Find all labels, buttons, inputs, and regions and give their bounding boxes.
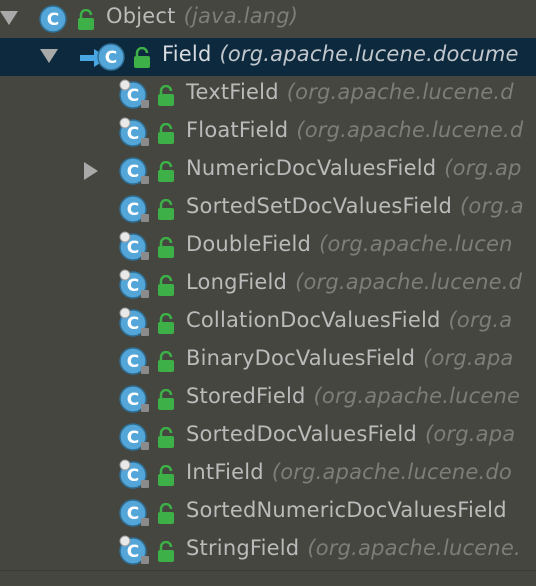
unlock-icon (158, 123, 174, 144)
class-name: IntField (186, 460, 264, 484)
svg-text:C: C (127, 352, 139, 372)
package-name: (org.apache.lucene.d (295, 270, 523, 294)
svg-text:C: C (127, 390, 139, 410)
type-hierarchy-tree: C Object (java.lang) C Field (org.apache.l… (0, 0, 536, 570)
class-name: LongField (186, 270, 288, 294)
unlock-icon (158, 427, 174, 448)
tree-row-longfield[interactable]: C LongField (org.apache.lucene.d (0, 266, 536, 304)
unlock-icon (78, 9, 94, 30)
class-name: Object (106, 4, 176, 28)
package-name: (org.apache.lucene (313, 384, 521, 408)
svg-text:C: C (127, 428, 139, 448)
package-name: (org.apa (423, 346, 514, 370)
unlock-icon (158, 389, 174, 410)
tree-row-sortednumericdocvaluesfield[interactable]: C SortedNumericDocValuesField (0, 494, 536, 532)
class-name: SortedDocValuesField (186, 422, 417, 446)
package-name: (org.apache.lucene.d (286, 80, 514, 104)
package-name: (org.a (460, 194, 524, 218)
svg-text:C: C (127, 504, 139, 524)
bottom-edge (0, 570, 536, 586)
class-name: SortedSetDocValuesField (186, 194, 453, 218)
package-name: (org.apache.lucene. (307, 536, 521, 560)
final-class-icon: C (119, 79, 149, 109)
class-name: DoubleField (186, 232, 312, 256)
package-name: (org.a (448, 308, 513, 332)
unlock-icon (158, 465, 174, 486)
class-name: StoredField (186, 384, 306, 408)
tree-row-storedfield[interactable]: C StoredField (org.apache.lucene (0, 380, 536, 418)
package-name: (org.apache.lucene.do (271, 460, 512, 484)
svg-text:C: C (47, 10, 59, 30)
svg-text:C: C (127, 200, 139, 220)
class-icon: C (119, 347, 149, 375)
unlock-icon (158, 275, 174, 296)
package-name: (org.apa (424, 422, 516, 446)
unlock-icon (158, 199, 174, 220)
tree-row-sorteddocvaluesfield[interactable]: C SortedDocValuesField (org.apa (0, 418, 536, 456)
tree-row-collationdocvaluesfield[interactable]: C CollationDocValuesField (org.a (0, 304, 536, 342)
unlock-icon (158, 541, 174, 562)
unlock-icon (158, 161, 174, 182)
class-name: SortedNumericDocValuesField (186, 498, 507, 522)
class-name: FloatField (186, 118, 289, 142)
tree-row-field[interactable]: C Field (org.apache.lucene.docume (0, 38, 536, 76)
expand-arrow-icon[interactable] (0, 11, 18, 25)
class-name: Field (162, 42, 212, 66)
class-name: CollationDocValuesField (186, 308, 441, 332)
unlock-icon (158, 85, 174, 106)
unlock-icon (158, 503, 174, 524)
package-name: (org.apache.lucen (319, 232, 513, 256)
final-class-icon: C (119, 117, 149, 147)
package-name: (org.ap (444, 156, 522, 180)
collapse-arrow-icon[interactable] (84, 162, 98, 180)
expand-arrow-icon[interactable] (40, 49, 58, 63)
tree-row-numericdocvaluesfield[interactable]: C NumericDocValuesField (org.ap (0, 152, 536, 190)
tree-row-intfield[interactable]: C IntField (org.apache.lucene.do (0, 456, 536, 494)
class-name: TextField (186, 80, 279, 104)
class-icon: C (119, 423, 149, 451)
class-icon: C (39, 5, 67, 33)
tree-row-doublefield[interactable]: C DoubleField (org.apache.lucen (0, 228, 536, 266)
class-icon: C (119, 195, 149, 223)
final-class-icon: C (119, 231, 149, 261)
tree-row-object[interactable]: C Object (java.lang) (0, 0, 536, 38)
tree-row-binarydocvaluesfield[interactable]: C BinaryDocValuesField (org.apa (0, 342, 536, 380)
tree-row-stringfield[interactable]: C StringField (org.apache.lucene. (0, 532, 536, 570)
tree-row-floatfield[interactable]: C FloatField (org.apache.lucene.d (0, 114, 536, 152)
unlock-icon (158, 351, 174, 372)
class-name: NumericDocValuesField (186, 156, 437, 180)
package-name: (java.lang) (183, 4, 299, 28)
class-name: StringField (186, 536, 300, 560)
class-icon: C (119, 385, 149, 413)
svg-text:C: C (105, 48, 117, 68)
final-class-icon: C (119, 459, 149, 489)
tree-row-textfield[interactable]: C TextField (org.apache.lucene.d (0, 76, 536, 114)
final-class-icon: C (119, 307, 149, 337)
class-name: BinaryDocValuesField (186, 346, 416, 370)
final-class-icon: C (119, 269, 149, 299)
class-icon: C (119, 157, 149, 185)
unlock-icon (158, 313, 174, 334)
tree-row-sortedsetdocvaluesfield[interactable]: C SortedSetDocValuesField (org.a (0, 190, 536, 228)
final-class-icon: C (119, 535, 149, 565)
package-name: (org.apache.lucene.docume (219, 42, 519, 66)
class-icon: C (119, 499, 149, 527)
svg-text:C: C (127, 162, 139, 182)
unlock-icon (134, 47, 150, 68)
class-icon: C (97, 43, 125, 71)
unlock-icon (158, 237, 174, 258)
package-name: (org.apache.lucene.d (296, 118, 524, 142)
